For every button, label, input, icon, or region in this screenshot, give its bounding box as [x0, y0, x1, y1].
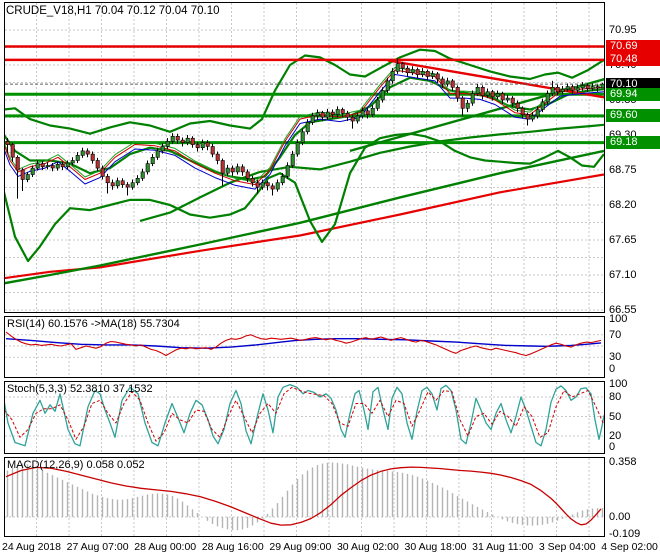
time-axis[interactable]: 24 Aug 2018 27 Aug 07:00 28 Aug 00:00 28 Au…: [2, 541, 658, 553]
price-tick: 68.75: [609, 164, 637, 176]
price-badge: 70.48: [606, 53, 660, 66]
price-tick: 67.65: [609, 234, 637, 246]
rsi-tick: 30: [609, 351, 622, 363]
time-tick: 28 Aug 16:00: [201, 541, 264, 553]
macd-tick: -0.109: [609, 528, 641, 540]
macd-indicator-label: MACD(12,26,9) 0.058 0.052: [7, 459, 145, 471]
rsi-tick: 70: [609, 329, 622, 341]
price-badge: 69.60: [606, 109, 660, 122]
time-tick: 31 Aug 11:00: [472, 541, 534, 553]
stoch-tick: 80: [609, 391, 622, 403]
macd-tick: 0.358: [609, 456, 637, 468]
rsi-tick: 0: [609, 363, 616, 375]
chart-title: CRUDE_V18,H1 70.04 70.12 70.04 70.10: [6, 5, 220, 17]
stoch-indicator-label: Stoch(5,3,3) 52.3810 37.1532: [7, 383, 153, 395]
price-badge: 69.94: [606, 88, 660, 101]
stoch-tick: 50: [609, 411, 622, 423]
price-badge: 69.18: [606, 136, 660, 149]
time-tick: 30 Aug 18:00: [404, 541, 467, 553]
trading-chart-window: CRUDE_V18,H1 70.04 70.12 70.04 70.10 RSI…: [0, 0, 660, 560]
time-tick: 30 Aug 02:00: [336, 541, 399, 553]
stoch-tick: 100: [609, 378, 628, 390]
stoch-tick: 0: [609, 441, 616, 453]
time-tick: 4 Sep 02:00: [601, 541, 658, 553]
time-tick: 29 Aug 09:00: [269, 541, 332, 553]
rsi-indicator-label: RSI(14) 60.1576 ->MA(18) 55.7304: [7, 318, 180, 330]
time-tick: 3 Sep 04:00: [538, 541, 596, 553]
time-tick: 27 Aug 07:00: [66, 541, 129, 553]
price-tick: 70.95: [609, 24, 637, 36]
price-badge: 70.69: [606, 40, 660, 53]
macd-tick: 0.00: [609, 511, 631, 523]
price-tick: 67.10: [609, 269, 637, 281]
rsi-tick: 100: [609, 313, 628, 325]
time-tick: 28 Aug 00:00: [134, 541, 197, 553]
time-tick: 24 Aug 2018: [2, 541, 61, 553]
price-tick: 68.20: [609, 199, 637, 211]
